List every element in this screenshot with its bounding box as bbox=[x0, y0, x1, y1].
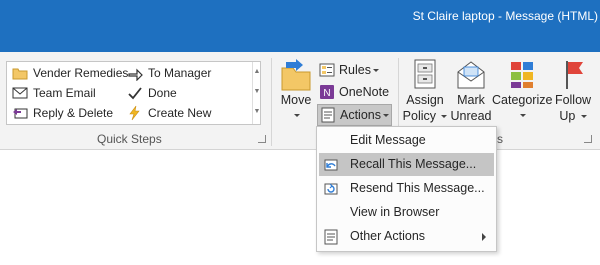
actions-menu: Edit Message Recall This Message... Rese… bbox=[316, 126, 497, 252]
ribbon: Vender Remedies To Manager Team Email Do… bbox=[0, 52, 600, 150]
quick-steps-gallery: Vender Remedies To Manager Team Email Do… bbox=[6, 61, 261, 125]
envelope-icon bbox=[12, 87, 28, 98]
assign-policy-icon bbox=[414, 59, 436, 89]
follow-up-button[interactable]: Follow Up bbox=[553, 58, 593, 134]
chevron-right-icon bbox=[482, 233, 486, 241]
onenote-label: OneNote bbox=[339, 85, 390, 99]
menu-item-resend-message[interactable]: Resend This Message... bbox=[319, 177, 494, 200]
quick-step-label: Reply & Delete bbox=[33, 105, 114, 120]
group-separator bbox=[271, 58, 272, 146]
follow-up-label: Follow bbox=[554, 93, 592, 107]
quick-step-label: Vender Remedies bbox=[33, 65, 129, 80]
chevron-down-icon bbox=[520, 114, 526, 118]
quick-step-label: To Manager bbox=[148, 65, 212, 80]
gallery-up-icon[interactable]: ▲ bbox=[253, 62, 261, 82]
chevron-down-icon bbox=[372, 68, 379, 72]
mark-unread-label: Mark bbox=[457, 93, 485, 107]
tags-group-label-fragment: s bbox=[497, 132, 503, 146]
flag-icon bbox=[566, 61, 583, 89]
gallery-down-icon[interactable]: ▼ bbox=[253, 82, 261, 102]
mark-unread-label-line2: Unread bbox=[450, 109, 492, 123]
categorize-button[interactable]: Categorize bbox=[492, 58, 552, 134]
chevron-down-icon bbox=[383, 113, 389, 117]
quick-step-vender-remedies[interactable]: Vender Remedies bbox=[12, 63, 128, 82]
move-folder-icon bbox=[281, 59, 311, 91]
menu-item-label: Edit Message bbox=[350, 133, 426, 147]
menu-item-label: Resend This Message... bbox=[350, 181, 485, 195]
menu-item-label: View in Browser bbox=[350, 205, 440, 219]
checkmark-icon bbox=[128, 86, 142, 99]
quick-steps-group-label: Quick Steps bbox=[97, 132, 162, 146]
other-actions-icon bbox=[324, 229, 338, 245]
envelope-unread-icon bbox=[457, 61, 485, 89]
actions-icon bbox=[321, 107, 335, 123]
rules-icon bbox=[319, 63, 335, 77]
categorize-icon bbox=[511, 62, 533, 88]
chevron-down-icon bbox=[294, 114, 300, 118]
quick-step-reply-delete[interactable]: Reply & Delete bbox=[12, 103, 113, 122]
move-button[interactable]: Move bbox=[276, 58, 316, 128]
quick-step-label: Create New bbox=[148, 105, 212, 120]
rules-button[interactable]: Rules bbox=[319, 59, 379, 81]
resend-icon bbox=[324, 183, 338, 195]
assign-policy-label: Assign bbox=[406, 93, 444, 107]
onenote-button[interactable]: N OneNote bbox=[319, 81, 389, 103]
chevron-down-icon bbox=[441, 115, 448, 119]
menu-item-edit-message[interactable]: Edit Message bbox=[319, 129, 494, 152]
quick-step-done[interactable]: Done bbox=[127, 83, 177, 102]
quick-step-label: Done bbox=[148, 85, 177, 100]
tags-launcher-icon[interactable] bbox=[584, 135, 592, 143]
quick-step-create-new[interactable]: Create New bbox=[127, 103, 211, 122]
reply-delete-icon bbox=[13, 108, 28, 118]
chevron-down-icon bbox=[580, 115, 587, 119]
menu-item-other-actions[interactable]: Other Actions bbox=[319, 225, 494, 248]
mark-unread-button[interactable]: Mark Unread bbox=[450, 58, 492, 134]
actions-label: Actions bbox=[340, 108, 381, 122]
window-title: St Claire laptop - Message (HTML) bbox=[412, 9, 598, 23]
assign-policy-button[interactable]: Assign Policy bbox=[402, 58, 448, 134]
recall-icon bbox=[324, 159, 338, 171]
onenote-icon: N bbox=[320, 85, 334, 99]
svg-text:N: N bbox=[323, 88, 330, 99]
menu-item-recall-message[interactable]: Recall This Message... bbox=[319, 153, 494, 176]
move-label: Move bbox=[280, 93, 312, 107]
quick-step-team-email[interactable]: Team Email bbox=[12, 83, 96, 102]
follow-up-label-line2: Up bbox=[559, 109, 576, 123]
rules-label: Rules bbox=[339, 63, 371, 77]
menu-item-view-in-browser[interactable]: View in Browser bbox=[319, 201, 494, 224]
gallery-more-icon[interactable]: ▼ bbox=[253, 102, 261, 122]
menu-item-label: Other Actions bbox=[350, 229, 426, 243]
title-bar: St Claire laptop - Message (HTML) bbox=[0, 0, 600, 52]
quick-step-to-manager[interactable]: To Manager bbox=[127, 63, 211, 82]
forward-arrow-icon bbox=[128, 68, 143, 81]
lightning-icon bbox=[129, 105, 140, 120]
gallery-scrollbar[interactable]: ▲ ▼ ▼ bbox=[252, 62, 261, 124]
quick-steps-launcher-icon[interactable] bbox=[258, 135, 266, 143]
quick-step-label: Team Email bbox=[33, 85, 96, 100]
categorize-label: Categorize bbox=[492, 93, 553, 107]
actions-button[interactable]: Actions bbox=[317, 104, 392, 126]
folder-move-icon bbox=[12, 68, 28, 79]
menu-item-label: Recall This Message... bbox=[350, 157, 477, 171]
assign-policy-label-line2: Policy bbox=[402, 109, 436, 123]
